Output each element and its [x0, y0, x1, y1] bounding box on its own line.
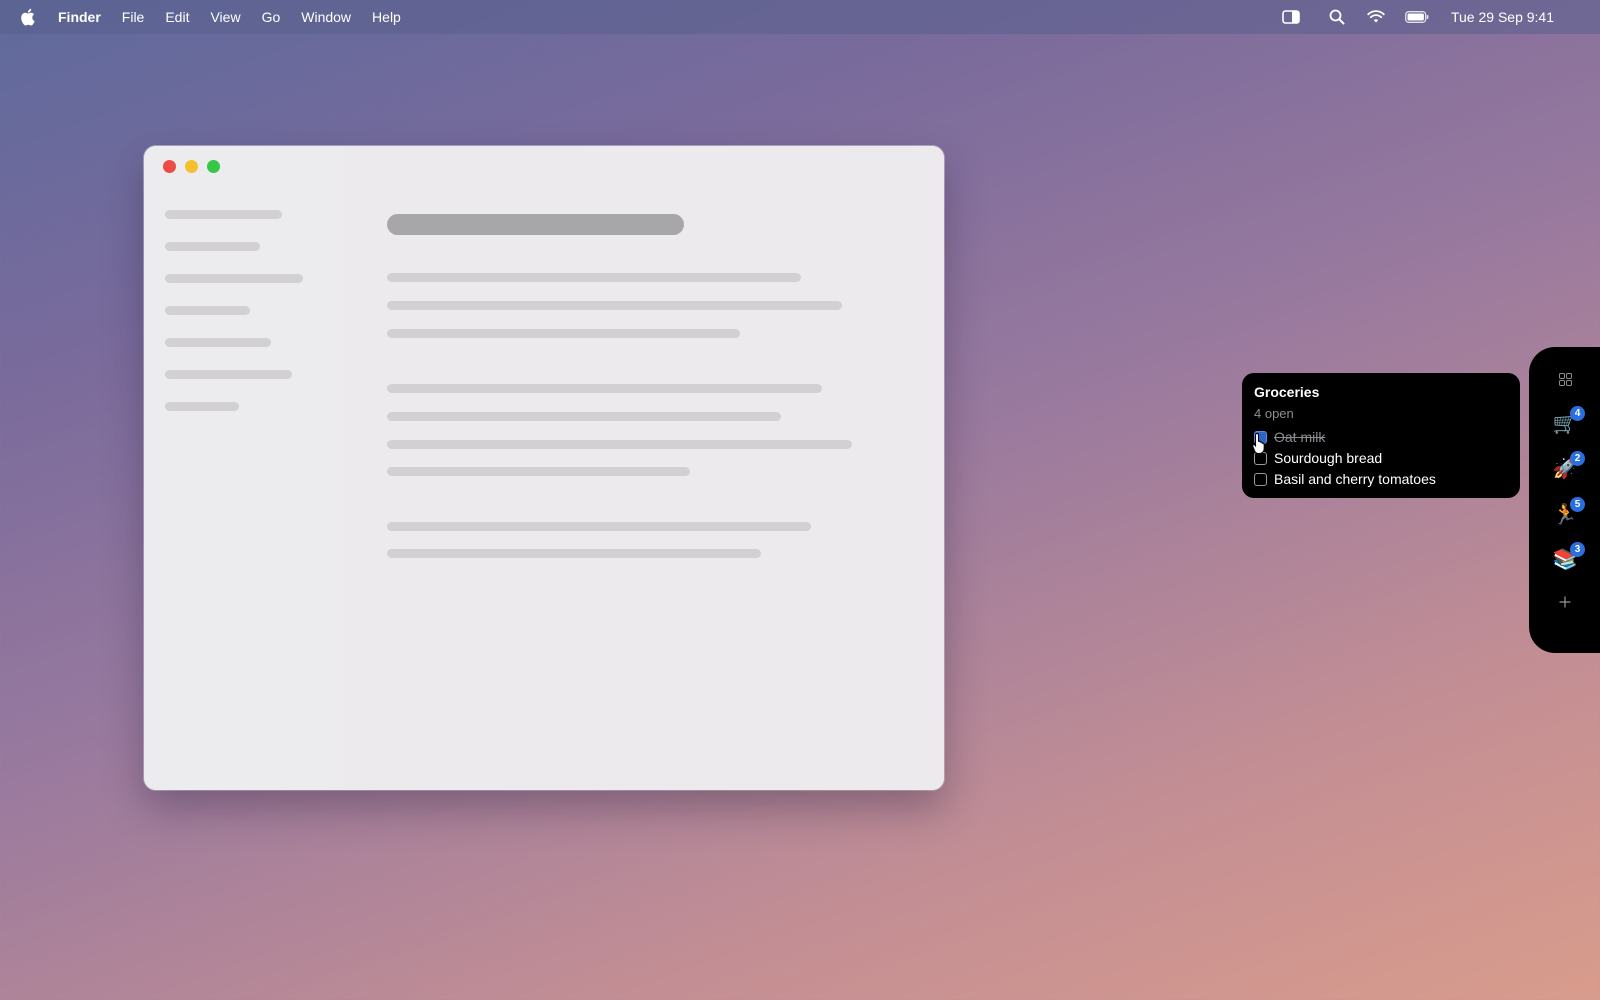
sidebar-placeholder-line	[165, 370, 292, 379]
dock-books-button[interactable]: 📚 3	[1529, 542, 1600, 575]
content-placeholder-line	[387, 467, 690, 476]
dock-badge: 3	[1570, 542, 1585, 557]
groceries-widget: Groceries 4 open Oat milk Sourdough brea…	[1242, 373, 1520, 498]
dock-badge: 4	[1570, 406, 1585, 421]
window-sidebar	[144, 146, 344, 790]
pointer-cursor-icon	[1252, 432, 1268, 455]
menu-help[interactable]: Help	[372, 9, 401, 25]
search-icon[interactable]	[1329, 9, 1345, 25]
apple-logo-icon[interactable]	[20, 8, 36, 26]
content-placeholder-line	[387, 384, 822, 393]
todo-checkbox[interactable]	[1254, 472, 1267, 486]
menu-window[interactable]: Window	[301, 9, 351, 25]
todo-label: Sourdough bread	[1274, 450, 1383, 466]
sidebar-placeholder-line	[165, 306, 250, 315]
dock-badge: 5	[1570, 497, 1585, 512]
dock-runner-button[interactable]: 🏃 5	[1529, 497, 1600, 530]
menu-app-name[interactable]: Finder	[58, 9, 101, 25]
content-placeholder-line	[387, 440, 852, 449]
widget-open-count: 4 open	[1254, 406, 1294, 421]
sidebar-placeholder-line	[165, 210, 282, 219]
app-window	[144, 146, 944, 790]
dock-groceries-button[interactable]: 🛒 4	[1529, 406, 1600, 439]
sidebar-placeholder-line	[165, 274, 303, 283]
content-placeholder-line	[387, 522, 811, 531]
menu-view[interactable]: View	[210, 9, 240, 25]
todo-item[interactable]: Basil and cherry tomatoes	[1254, 471, 1436, 487]
dock-grid-button[interactable]	[1529, 369, 1600, 395]
content-placeholder-title	[387, 214, 684, 235]
content-placeholder-line	[387, 329, 740, 338]
menu-bar: Finder File Edit View Go Window Help Tue…	[0, 0, 1600, 34]
menu-file[interactable]: File	[122, 9, 145, 25]
content-placeholder-line	[387, 549, 761, 558]
menu-edit[interactable]: Edit	[165, 9, 189, 25]
zoom-button[interactable]	[207, 160, 220, 173]
grid-icon	[1558, 373, 1572, 391]
battery-icon[interactable]	[1405, 11, 1429, 23]
content-placeholder-line	[387, 273, 801, 282]
content-placeholder-line	[387, 301, 842, 310]
menu-bar-clock[interactable]: Tue 29 Sep 9:41	[1451, 9, 1554, 25]
sidebar-placeholder-line	[165, 242, 260, 251]
todo-item[interactable]: Sourdough bread	[1254, 450, 1382, 466]
side-dock-panel: 🛒 4 🚀 2 🏃 5 📚 3	[1529, 347, 1600, 653]
sidebar-placeholder-line	[165, 402, 239, 411]
dock-badge: 2	[1570, 451, 1585, 466]
plus-icon	[1559, 595, 1571, 613]
window-controls	[163, 160, 220, 173]
menu-go[interactable]: Go	[262, 9, 281, 25]
close-button[interactable]	[163, 160, 176, 173]
sidebar-placeholder-line	[165, 338, 271, 347]
dock-rocket-button[interactable]: 🚀 2	[1529, 451, 1600, 484]
dock-add-button[interactable]	[1529, 591, 1600, 617]
wifi-icon[interactable]	[1367, 10, 1385, 24]
sidebar-toggle-icon[interactable]	[1282, 10, 1300, 24]
window-content	[344, 146, 944, 790]
content-placeholder-line	[387, 412, 781, 421]
minimize-button[interactable]	[185, 160, 198, 173]
widget-title: Groceries	[1254, 384, 1320, 400]
todo-label: Oat milk	[1274, 429, 1326, 445]
todo-label: Basil and cherry tomatoes	[1274, 471, 1436, 487]
